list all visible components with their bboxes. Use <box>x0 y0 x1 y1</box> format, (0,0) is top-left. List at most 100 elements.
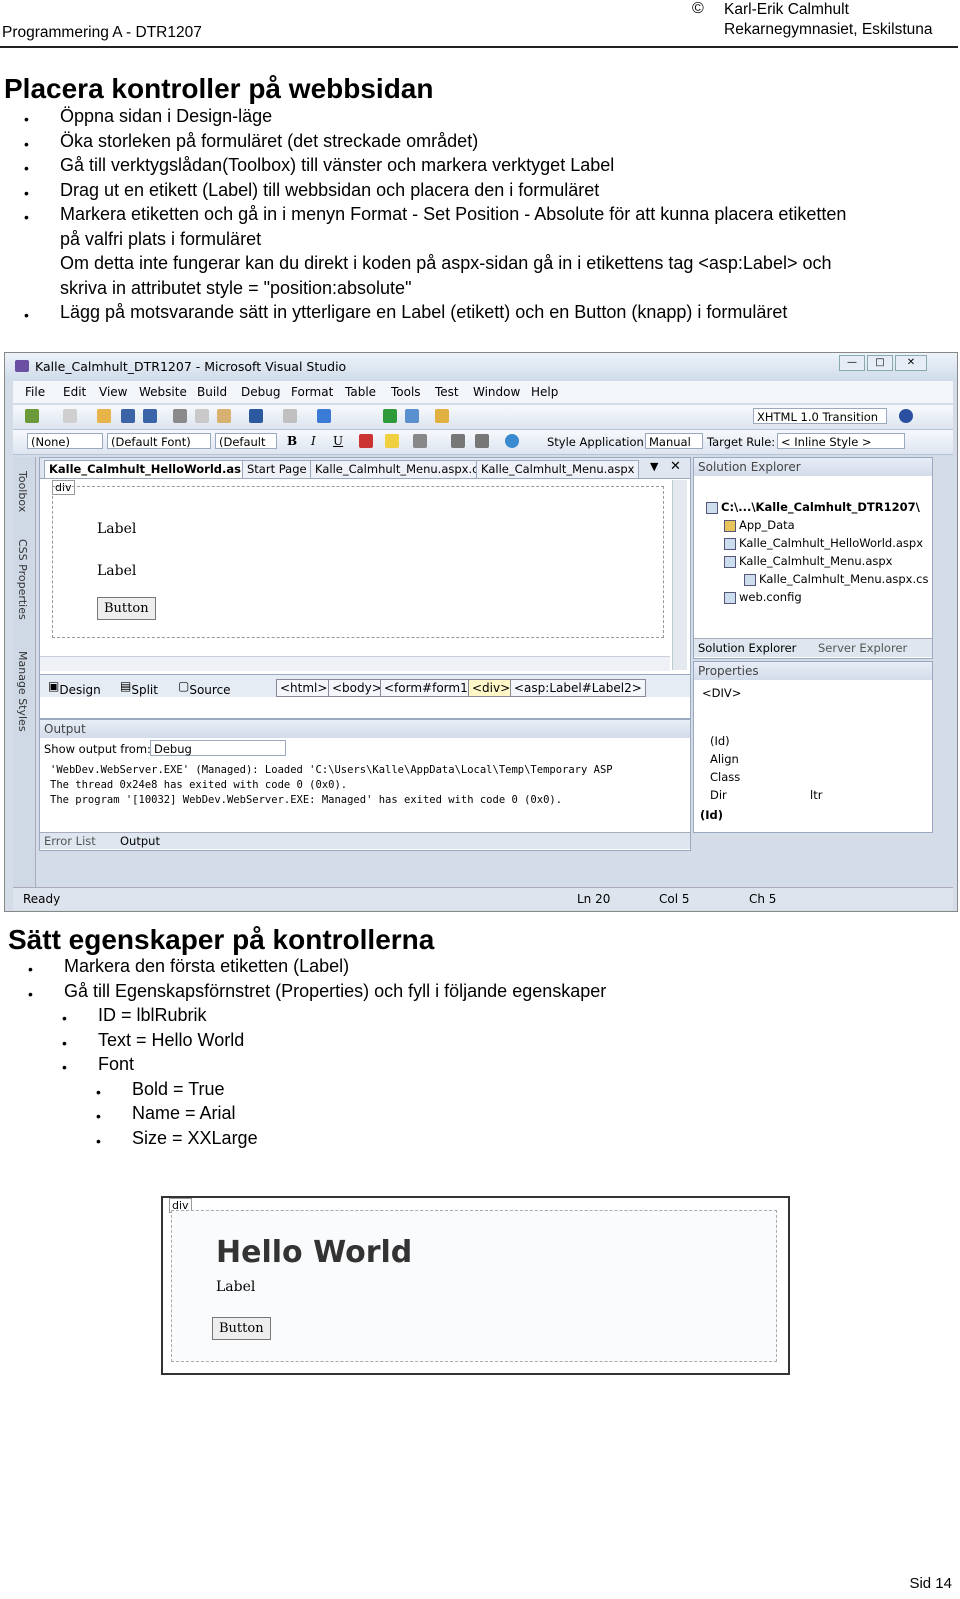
solution-explorer: Solution Explorer C:\...\Kalle_Calmhult_… <box>693 457 933 659</box>
tree-item-app-data[interactable]: App_Data <box>724 518 795 532</box>
vs-titlebar: Kalle_Calmhult_DTR1207 - Microsoft Visua… <box>5 353 957 381</box>
form-design-area[interactable]: Label Label Button <box>52 486 664 638</box>
crumb-body[interactable]: <body> <box>328 679 386 697</box>
close-button[interactable]: ✕ <box>895 355 927 371</box>
vertical-scrollbar[interactable] <box>672 480 687 670</box>
underline-icon[interactable]: U <box>333 434 343 448</box>
highlight-icon[interactable] <box>385 434 399 448</box>
server-explorer-tab[interactable]: Server Explorer <box>818 641 907 655</box>
view-split-button[interactable]: ▤ Split <box>120 679 158 697</box>
status-ready: Ready <box>23 892 61 906</box>
font-select[interactable]: (Default Font) <box>107 433 211 449</box>
vs-screenshot: Kalle_Calmhult_DTR1207 - Microsoft Visua… <box>4 352 958 912</box>
menu-test[interactable]: Test <box>435 385 459 399</box>
minimize-button[interactable]: — <box>839 355 865 371</box>
properties-object-select[interactable]: <DIV> <box>702 686 741 700</box>
tree-item-web-config[interactable]: web.config <box>724 590 802 604</box>
design-label-1[interactable]: Label <box>97 521 136 537</box>
horizontal-scrollbar[interactable] <box>40 656 670 671</box>
solution-explorer-tab[interactable]: Solution Explorer <box>698 641 796 655</box>
crumb-html[interactable]: <html> <box>276 679 332 697</box>
preview-button[interactable]: Button <box>212 1317 271 1340</box>
maximize-button[interactable]: □ <box>867 355 893 371</box>
section1-title: Placera kontroller på webbsidan <box>4 73 434 104</box>
redo-icon[interactable] <box>283 409 297 423</box>
prop-row-id[interactable]: (Id) <box>710 734 730 748</box>
property-description: (Id) <box>700 808 724 822</box>
tree-item-menu-aspx[interactable]: Kalle_Calmhult_Menu.aspx <box>724 554 892 568</box>
view-bar: ▣ Design ▤ Split ▢ Source <html> <body> … <box>40 674 690 697</box>
design-label-2[interactable]: Label <box>97 563 136 579</box>
validation-icon[interactable] <box>899 409 913 423</box>
close-tab-icon[interactable]: ✕ <box>670 459 681 474</box>
undo-icon[interactable] <box>249 409 263 423</box>
paste-icon[interactable] <box>217 409 231 423</box>
view-design-button[interactable]: ▣ Design <box>48 679 101 697</box>
italic-icon[interactable]: I <box>311 434 316 448</box>
prop-row-align[interactable]: Align <box>710 752 739 766</box>
course-name: Programmering A - DTR1207 <box>2 24 202 41</box>
add-item-icon[interactable] <box>63 409 77 423</box>
menu-website[interactable]: Website <box>139 385 187 399</box>
navigate-back-icon[interactable] <box>317 409 331 423</box>
output-tab[interactable]: Output <box>120 834 160 848</box>
font-color-icon[interactable] <box>359 434 373 448</box>
find-icon[interactable] <box>405 409 419 423</box>
menu-tools[interactable]: Tools <box>391 385 421 399</box>
css-properties-tab[interactable]: CSS Properties <box>16 539 29 620</box>
copyright-symbol: © <box>692 0 704 17</box>
save-icon[interactable] <box>121 409 135 423</box>
doctype-select[interactable]: XHTML 1.0 Transition <box>753 408 887 424</box>
toolbox-icon[interactable] <box>435 409 449 423</box>
menu-build[interactable]: Build <box>197 385 227 399</box>
manage-styles-tab[interactable]: Manage Styles <box>16 651 29 732</box>
crumb-form[interactable]: <form#form1> <box>380 679 482 697</box>
view-source-button[interactable]: ▢ Source <box>178 679 231 697</box>
output-source-select[interactable]: Debug <box>150 740 286 756</box>
style-application-select[interactable]: Manual <box>645 433 703 449</box>
open-folder-icon[interactable] <box>97 409 111 423</box>
menu-file[interactable]: File <box>25 385 45 399</box>
tree-item-helloworld[interactable]: Kalle_Calmhult_HelloWorld.aspx <box>724 536 923 550</box>
error-list-tab[interactable]: Error List <box>44 834 96 848</box>
status-column: Col 5 <box>659 892 690 906</box>
font-size-select[interactable]: (Default <box>215 433 277 449</box>
hyperlink-icon[interactable] <box>505 434 519 448</box>
start-debugging-icon[interactable] <box>383 409 397 423</box>
crumb-label[interactable]: <asp:Label#Label2> <box>510 679 646 697</box>
menu-help[interactable]: Help <box>531 385 558 399</box>
tab-helloworld[interactable]: Kalle_Calmhult_HelloWorld.aspx* <box>44 460 268 478</box>
save-all-icon[interactable] <box>143 409 157 423</box>
menu-view[interactable]: View <box>99 385 127 399</box>
menu-window[interactable]: Window <box>473 385 520 399</box>
tree-item-menu-cs[interactable]: Kalle_Calmhult_Menu.aspx.cs <box>744 572 928 586</box>
tab-start-page[interactable]: Start Page <box>242 460 312 478</box>
copy-icon[interactable] <box>195 409 209 423</box>
menu-format[interactable]: Format <box>291 385 333 399</box>
prop-dir-value: ltr <box>810 788 823 802</box>
tab-menu-aspx[interactable]: Kalle_Calmhult_Menu.aspx <box>476 460 640 478</box>
cut-icon[interactable] <box>173 409 187 423</box>
style-application-label: Style Application: <box>547 435 648 449</box>
tab-menu-cs[interactable]: Kalle_Calmhult_Menu.aspx.cs <box>310 460 490 478</box>
menu-edit[interactable]: Edit <box>63 385 86 399</box>
tree-root[interactable]: C:\...\Kalle_Calmhult_DTR1207\ <box>706 500 920 514</box>
bullets-icon[interactable] <box>451 434 465 448</box>
block-format-select[interactable]: (None) <box>27 433 103 449</box>
list-item-level2: • Font <box>62 1054 135 1075</box>
target-rule-select[interactable]: < Inline Style > <box>777 433 905 449</box>
target-rule-label: Target Rule: <box>707 435 776 449</box>
align-icon[interactable] <box>413 434 427 448</box>
bold-icon[interactable]: B <box>287 434 297 448</box>
numbering-icon[interactable] <box>475 434 489 448</box>
crumb-div[interactable]: <div> <box>468 679 515 697</box>
prop-row-dir[interactable]: Dir <box>710 788 727 802</box>
tab-dropdown-icon[interactable]: ▼ <box>650 460 658 473</box>
list-item: • Lägg på motsvarande sätt in ytterligare… <box>24 302 788 323</box>
new-project-icon[interactable] <box>25 409 39 423</box>
menu-table[interactable]: Table <box>345 385 376 399</box>
toolbox-tab[interactable]: Toolbox <box>16 471 29 512</box>
prop-row-class[interactable]: Class <box>710 770 740 784</box>
design-button[interactable]: Button <box>97 597 156 620</box>
menu-debug[interactable]: Debug <box>241 385 280 399</box>
